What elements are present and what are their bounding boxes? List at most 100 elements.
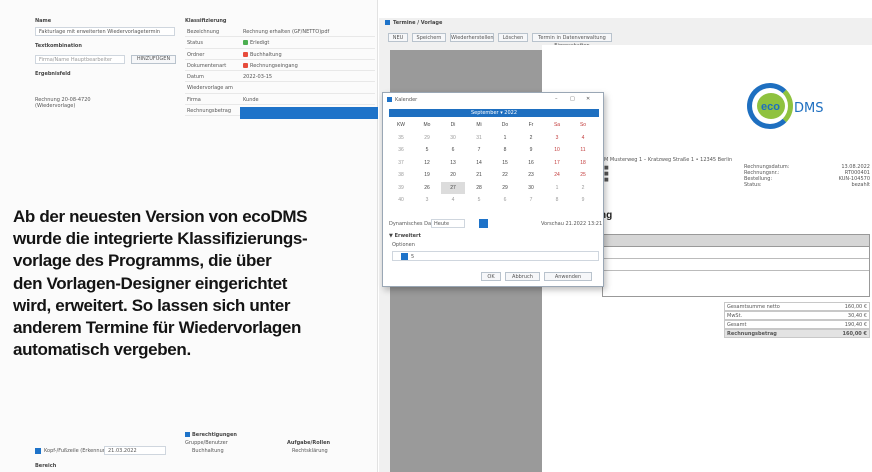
- classification-row[interactable]: Datum 2022-03-15: [185, 71, 375, 83]
- calendar-day[interactable]: 28: [467, 182, 491, 194]
- cancel-button[interactable]: Abbruch: [505, 272, 540, 281]
- calendar-day[interactable]: 25: [571, 169, 595, 181]
- calendar-day[interactable]: 7: [519, 194, 543, 206]
- classification-value[interactable]: 2022-03-15: [243, 74, 272, 80]
- category-input[interactable]: Firma/Name Hauptbearbeiter: [35, 55, 125, 64]
- classification-value[interactable]: Erledigt: [243, 40, 269, 46]
- classification-value[interactable]: Kunde: [243, 97, 259, 103]
- toolbar-button[interactable]: Wiederherstellen: [450, 33, 494, 42]
- calendar-picker-icon[interactable]: [479, 219, 488, 228]
- toolbar-button[interactable]: Löschen: [498, 33, 528, 42]
- calendar-day[interactable]: 30: [441, 132, 465, 144]
- apply-button[interactable]: Anwenden: [544, 272, 592, 281]
- ok-button[interactable]: OK: [481, 272, 501, 281]
- calendar-day[interactable]: 29: [415, 132, 439, 144]
- classification-value-text: 2022-03-15: [243, 74, 273, 81]
- maximize-button[interactable]: □: [570, 96, 575, 102]
- calendar-day[interactable]: 2: [571, 182, 595, 194]
- calendar-day[interactable]: 1: [493, 132, 517, 144]
- calendar-day[interactable]: 7: [467, 144, 491, 156]
- classification-value[interactable]: Rechnung erhalten (GF/NETTO)pdf: [243, 29, 329, 35]
- classification-row[interactable]: Dokumentenart Rechnungseingang: [185, 60, 375, 72]
- calendar-day[interactable]: 1: [545, 182, 569, 194]
- calendar-day[interactable]: 10: [545, 144, 569, 156]
- calendar-day[interactable]: 5: [415, 144, 439, 156]
- options-spinner-icon[interactable]: [401, 253, 408, 260]
- calendar-day[interactable]: 19: [415, 169, 439, 181]
- toolbar-button[interactable]: Speichern: [412, 33, 446, 42]
- calendar-day[interactable]: 15: [493, 157, 517, 169]
- classification-row[interactable]: Ordner Buchhaltung: [185, 49, 375, 60]
- calendar-day[interactable]: 30: [519, 182, 543, 194]
- week-number: 37: [398, 159, 404, 166]
- calendar-day[interactable]: 6: [441, 144, 465, 156]
- base-date-value: Heute: [434, 221, 450, 227]
- close-button[interactable]: ✕: [586, 96, 590, 102]
- calendar-day[interactable]: 5: [467, 194, 491, 206]
- calendar-day[interactable]: 9: [571, 194, 595, 206]
- extended-label: Erweitert: [394, 233, 421, 239]
- calendar-day[interactable]: 9: [519, 144, 543, 156]
- calendar-day[interactable]: 8: [545, 194, 569, 206]
- toolbar-button[interactable]: Termin in Datenverwaltung Eigenschaften: [532, 33, 612, 49]
- toolbar-button[interactable]: NEU: [388, 33, 408, 42]
- calendar-day[interactable]: 3: [415, 194, 439, 206]
- calendar-title: Kalender: [395, 97, 418, 103]
- calendar-day[interactable]: 14: [467, 157, 491, 169]
- classification-value[interactable]: Rechnungseingang: [243, 62, 298, 69]
- classification-row[interactable]: Wiedervorlage am: [185, 82, 375, 94]
- roles-item[interactable]: Rechtsklärung: [292, 448, 328, 454]
- calendar-day[interactable]: 26: [415, 182, 439, 194]
- month-selector[interactable]: September ▾ 2022: [389, 109, 599, 117]
- permissions-item[interactable]: Buchhaltung: [192, 448, 224, 454]
- add-button[interactable]: HINZUFÜGEN: [131, 55, 176, 64]
- calendar-day[interactable]: 8: [493, 144, 517, 156]
- calendar-day[interactable]: 6: [493, 194, 517, 206]
- preview-title: Termine / Vorlage: [393, 20, 443, 26]
- minimize-button[interactable]: –: [555, 96, 558, 102]
- calendar-day[interactable]: 31: [467, 132, 491, 144]
- date-input[interactable]: 21.03.2022: [104, 446, 166, 455]
- totals-row: Gesamt 190,40 €: [724, 320, 870, 329]
- classification-value[interactable]: Buchhaltung: [243, 51, 282, 58]
- extended-toggle[interactable]: ▼ Erweitert: [389, 233, 421, 239]
- calendar-day[interactable]: 12: [415, 157, 439, 169]
- calendar-day[interactable]: 23: [519, 169, 543, 181]
- calendar-day[interactable]: 21: [467, 169, 491, 181]
- calendar-day[interactable]: 4: [441, 194, 465, 206]
- name-input[interactable]: Fakturlage mit erweiterten Wiedervorlage…: [35, 27, 175, 36]
- calendar-day[interactable]: 2: [519, 132, 543, 144]
- calendar-dialog: Kalender – □ ✕ September ▾ 2022 KW Mo Di Mi…: [382, 92, 604, 287]
- calendar-day[interactable]: 20: [441, 169, 465, 181]
- options-label: Optionen: [392, 242, 415, 248]
- weekday-header: Di: [450, 122, 456, 128]
- calendar-day[interactable]: 24: [545, 169, 569, 181]
- calendar-day[interactable]: 22: [493, 169, 517, 181]
- invoice-meta-value: bezahlt: [851, 182, 870, 188]
- classification-row[interactable]: Bezeichnung Rechnung erhalten (GF/NETTO)p…: [185, 26, 375, 38]
- calendar-day[interactable]: 16: [519, 157, 543, 169]
- base-date-select[interactable]: Heute: [431, 219, 465, 228]
- address-line: M Musterweg 1 – Kratzweg Straße 1 • 1234…: [604, 157, 733, 163]
- calendar-day[interactable]: 3: [545, 132, 569, 144]
- category-input-value: Firma/Name Hauptbearbeiter: [39, 57, 113, 63]
- preview-toolbar: NEU Speichern Wiederherstellen Löschen Termi…: [388, 33, 872, 49]
- calendar-day[interactable]: 13: [441, 157, 465, 169]
- weekday-header: Fr: [528, 122, 534, 128]
- classification-row[interactable]: Status Erledigt: [185, 37, 375, 49]
- caption-line: Ab der neuesten Version von ecoDMS: [13, 207, 308, 226]
- calendar-day[interactable]: 18: [571, 157, 595, 169]
- totals-label: Gesamtsumme netto: [727, 304, 780, 310]
- calendar-day[interactable]: 17: [545, 157, 569, 169]
- totals-label: MwSt.: [727, 313, 743, 319]
- classification-row[interactable]: Firma Kunde: [185, 94, 375, 106]
- classification-label: Wiedervorlage am: [187, 85, 233, 92]
- calendar-day[interactable]: 27: [441, 181, 465, 194]
- calendar-day[interactable]: 29: [493, 182, 517, 194]
- calendar-day[interactable]: 4: [571, 132, 595, 144]
- header-footer-checkbox[interactable]: [35, 448, 41, 454]
- totals-value: 160,00 €: [842, 331, 867, 337]
- options-input[interactable]: 5: [392, 251, 599, 261]
- resubmission-date-field[interactable]: [240, 107, 378, 119]
- calendar-day[interactable]: 11: [571, 144, 595, 156]
